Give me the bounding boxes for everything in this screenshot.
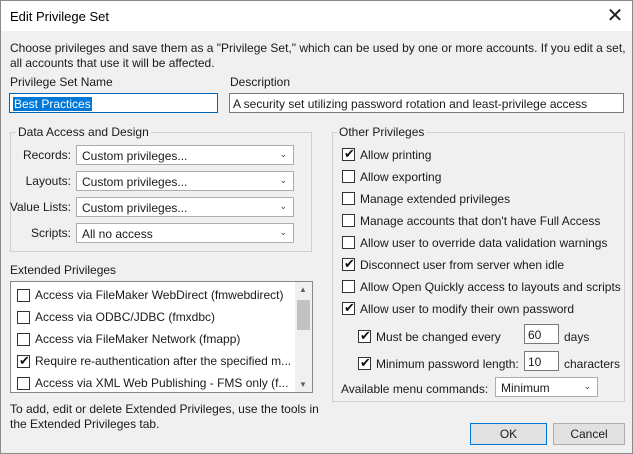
chevron-down-icon: ⌄ bbox=[279, 175, 287, 185]
open-quickly-checkbox[interactable] bbox=[342, 280, 355, 293]
days-unit-label: days bbox=[564, 330, 590, 344]
records-select-value: Custom privileges... bbox=[82, 149, 188, 163]
check-icon: ✔ bbox=[360, 328, 371, 343]
check-icon: ✔ bbox=[344, 256, 355, 271]
layouts-label: Layouts: bbox=[25, 174, 71, 188]
intro-text: Choose privileges and save them as a "Pr… bbox=[10, 41, 626, 70]
list-scrollbar[interactable]: ▲ ▼ bbox=[295, 282, 312, 392]
check-icon: ✔ bbox=[344, 146, 355, 161]
manage-extended-label: Manage extended privileges bbox=[360, 192, 511, 206]
extended-privileges-list[interactable]: Access via FileMaker WebDirect (fmwebdir… bbox=[10, 281, 313, 393]
extended-item-label: Access via ODBC/JDBC (fmxdbc) bbox=[35, 310, 216, 324]
cancel-button[interactable]: Cancel bbox=[553, 423, 625, 445]
extended-item-label: Require re-authentication after the spec… bbox=[35, 354, 292, 368]
characters-unit-label: characters bbox=[564, 357, 621, 371]
scroll-up-icon[interactable]: ▲ bbox=[299, 285, 307, 294]
scroll-down-icon[interactable]: ▼ bbox=[299, 380, 307, 389]
password-change-days-input[interactable]: 60 bbox=[524, 324, 559, 344]
allow-exporting-label: Allow exporting bbox=[360, 170, 442, 184]
scripts-label: Scripts: bbox=[30, 226, 71, 240]
disconnect-idle-label: Disconnect user from server when idle bbox=[360, 258, 565, 272]
layouts-select-value: Custom privileges... bbox=[82, 175, 188, 189]
extended-item-label: Access via FileMaker WebDirect (fmwebdir… bbox=[35, 288, 284, 302]
layouts-select[interactable]: Custom privileges... ⌄ bbox=[76, 171, 294, 191]
modify-password-checkbox[interactable]: ✔ bbox=[342, 300, 355, 315]
password-length-label: Minimum password length: bbox=[376, 357, 519, 371]
override-validation-checkbox[interactable] bbox=[342, 236, 355, 249]
value-lists-select[interactable]: Custom privileges... ⌄ bbox=[76, 197, 294, 217]
scripts-select-value: All no access bbox=[82, 227, 153, 241]
ok-button[interactable]: OK bbox=[470, 423, 547, 445]
chevron-down-icon: ⌄ bbox=[583, 381, 591, 391]
chevron-down-icon: ⌄ bbox=[279, 149, 287, 159]
allow-exporting-checkbox[interactable] bbox=[342, 170, 355, 183]
modify-password-label: Allow user to modify their own password bbox=[360, 302, 575, 316]
chevron-down-icon: ⌄ bbox=[279, 201, 287, 211]
manage-accounts-label: Manage accounts that don't have Full Acc… bbox=[360, 214, 601, 228]
password-change-label: Must be changed every bbox=[376, 330, 501, 344]
description-label: Description bbox=[230, 75, 291, 89]
extended-checkbox-webdirect[interactable] bbox=[17, 289, 30, 302]
extended-checkbox-xml[interactable] bbox=[17, 377, 30, 390]
extended-privileges-help: To add, edit or delete Extended Privileg… bbox=[10, 402, 319, 431]
password-change-days-value: 60 bbox=[528, 328, 542, 342]
allow-printing-label: Allow printing bbox=[360, 148, 432, 162]
value-lists-select-value: Custom privileges... bbox=[82, 201, 188, 215]
description-input[interactable]: A security set utilizing password rotati… bbox=[229, 93, 624, 113]
password-length-input[interactable]: 10 bbox=[524, 351, 559, 371]
extended-item-label: Access via FileMaker Network (fmapp) bbox=[35, 332, 241, 346]
dialog-window: Edit Privilege Set ✕ Choose privileges a… bbox=[0, 0, 633, 454]
extended-checkbox-reauth[interactable]: ✔ bbox=[17, 353, 30, 368]
password-length-checkbox[interactable]: ✔ bbox=[358, 355, 371, 370]
open-quickly-label: Allow Open Quickly access to layouts and… bbox=[360, 280, 621, 294]
override-validation-label: Allow user to override data validation w… bbox=[360, 236, 608, 250]
check-icon: ✔ bbox=[344, 300, 355, 315]
value-lists-label: Value Lists: bbox=[9, 200, 71, 214]
title-bar: Edit Privilege Set ✕ bbox=[1, 1, 632, 31]
menu-commands-value: Minimum bbox=[501, 381, 550, 395]
records-label: Records: bbox=[22, 148, 71, 162]
manage-extended-checkbox[interactable] bbox=[342, 192, 355, 205]
menu-commands-select[interactable]: Minimum ⌄ bbox=[495, 377, 598, 397]
records-select[interactable]: Custom privileges... ⌄ bbox=[76, 145, 294, 165]
allow-printing-checkbox[interactable]: ✔ bbox=[342, 146, 355, 161]
extended-item-label: Access via XML Web Publishing - FMS only… bbox=[35, 376, 289, 390]
password-change-checkbox[interactable]: ✔ bbox=[358, 328, 371, 343]
menu-commands-label: Available menu commands: bbox=[341, 382, 489, 396]
disconnect-idle-checkbox[interactable]: ✔ bbox=[342, 256, 355, 271]
dialog-title: Edit Privilege Set bbox=[10, 9, 109, 24]
check-icon: ✔ bbox=[19, 353, 30, 368]
extended-checkbox-odbc[interactable] bbox=[17, 311, 30, 324]
privilege-set-name-input[interactable]: Best Practices bbox=[9, 93, 218, 113]
privilege-set-name-value: Best Practices bbox=[13, 97, 92, 111]
scripts-select[interactable]: All no access ⌄ bbox=[76, 223, 294, 243]
check-icon: ✔ bbox=[360, 355, 371, 370]
extended-privileges-label: Extended Privileges bbox=[10, 263, 117, 277]
description-value: A security set utilizing password rotati… bbox=[233, 97, 588, 111]
manage-accounts-checkbox[interactable] bbox=[342, 214, 355, 227]
data-access-group-label: Data Access and Design bbox=[16, 125, 151, 139]
privilege-set-name-label: Privilege Set Name bbox=[10, 75, 113, 89]
scrollbar-thumb[interactable] bbox=[297, 300, 310, 330]
chevron-down-icon: ⌄ bbox=[279, 227, 287, 237]
close-icon[interactable]: ✕ bbox=[601, 3, 629, 29]
password-length-value: 10 bbox=[528, 355, 542, 369]
other-privileges-group-label: Other Privileges bbox=[337, 125, 427, 139]
extended-checkbox-fmapp[interactable] bbox=[17, 333, 30, 346]
